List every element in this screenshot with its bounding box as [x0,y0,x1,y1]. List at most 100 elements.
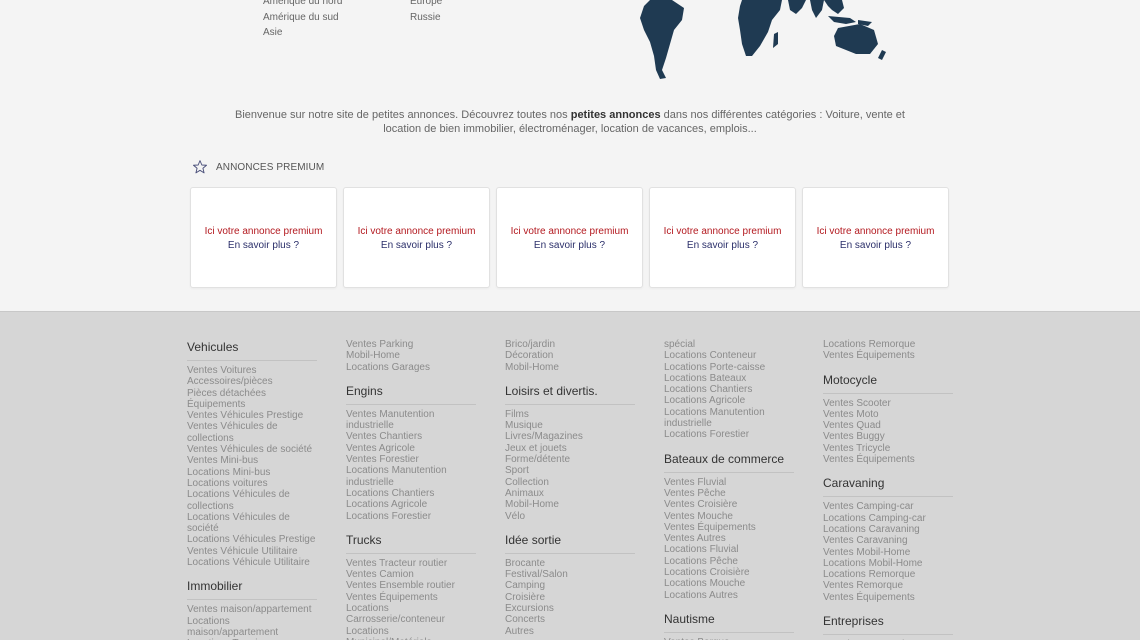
footer-category-link[interactable]: Locations Croisière [664,567,794,578]
footer-category-heading[interactable]: Engins [346,383,476,405]
footer-category-link[interactable]: Vélo [505,511,635,522]
footer-category-link[interactable]: Accessoires/pièces [187,376,317,387]
footer-category-link[interactable]: Forme/détente [505,454,635,465]
premium-learn-more-link[interactable]: En savoir plus ? [803,239,948,253]
footer-category-heading[interactable]: Trucks [346,532,476,554]
footer-category-link[interactable]: Locations Mobil-Home [823,558,953,569]
footer-category-link[interactable]: Locations Garages [346,362,476,373]
footer-category-link[interactable]: Ventes Camion [346,569,476,580]
region-link[interactable]: Russie [410,10,530,26]
region-link[interactable]: Amérique du nord [263,0,383,10]
footer-category-link[interactable]: Locations Conteneur [664,350,794,361]
footer-category-link[interactable]: Ventes Véhicules Prestige [187,410,317,421]
footer-category-link[interactable]: Locations [187,616,317,627]
footer-category-link[interactable]: Locations [346,603,476,614]
footer-category-link[interactable]: Mobil-Home [505,499,635,510]
footer-category-link[interactable]: Locations Véhicules de [187,489,317,500]
footer-category-link[interactable]: Musique [505,420,635,431]
premium-learn-more-link[interactable]: En savoir plus ? [497,239,642,253]
footer-category-link[interactable]: Mobil-Home [346,350,476,361]
footer-category-link[interactable]: Livres/Magazines [505,431,635,442]
footer-category-heading[interactable]: Loisirs et divertis. [505,383,635,405]
footer-category-link[interactable]: industrielle [346,420,476,431]
footer-category-link[interactable]: Décoration [505,350,635,361]
footer-category-link[interactable]: Collection [505,477,635,488]
footer-category-heading[interactable]: Vehicules [187,339,317,361]
footer-category-link[interactable]: Sport [505,465,635,476]
footer-category-link[interactable]: Locations Forestier [346,511,476,522]
footer-category-link[interactable]: Locations Agricole [664,395,794,406]
footer-category-link[interactable]: Locations Bateaux [664,373,794,384]
footer-category-link[interactable]: Locations Véhicules Prestige [187,534,317,545]
footer-category-heading[interactable]: Immobilier [187,578,317,601]
footer-category-link[interactable]: spécial [664,339,794,350]
footer-category-link[interactable]: Ventes Quad [823,420,953,431]
footer-category-link[interactable]: maison/appartement [187,627,317,638]
footer-category-link[interactable]: Locations Autres [664,590,794,601]
footer-category-heading[interactable]: Idée sortie [505,532,635,554]
footer-category-heading[interactable]: Motocycle [823,372,953,394]
footer-category-link[interactable]: Ventes Véhicules de société [187,444,317,455]
footer-category-link[interactable]: Ventes Parking [346,339,476,350]
footer-category-link[interactable]: Locations Porte-caisse [664,362,794,373]
footer-category-link[interactable]: Ventes Équipements [346,592,476,603]
footer-category-link[interactable]: Ventes Véhicule Utilitaire [187,546,317,557]
region-link[interactable]: Europe [410,0,530,10]
footer-category-link[interactable]: Ventes Voitures [187,365,317,376]
premium-card[interactable]: Ici votre annonce premium En savoir plus… [496,187,643,288]
footer-category-link[interactable]: Ventes Agricole [346,443,476,454]
footer-category-link[interactable]: Ventes Scooter [823,398,953,409]
footer-category-link[interactable]: Locations Pêche [664,556,794,567]
footer-category-link[interactable]: Croisière [505,592,635,603]
footer-category-link[interactable]: Locations Mouche [664,578,794,589]
footer-category-link[interactable]: Pièces détachées [187,388,317,399]
footer-category-link[interactable]: Ventes Remorque [823,580,953,591]
footer-category-link[interactable]: Autres [505,626,635,637]
footer-category-link[interactable]: Ventes Mini-bus [187,455,317,466]
footer-category-link[interactable]: Ventes Équipements [823,592,953,603]
footer-category-heading[interactable]: Caravaning [823,475,953,498]
footer-category-link[interactable]: Locations Camping-car [823,513,953,524]
footer-category-link[interactable]: Ventes Tricycle [823,443,953,454]
footer-category-link[interactable]: industrielle [664,418,794,429]
premium-card[interactable]: Ici votre annonce premium En savoir plus… [649,187,796,288]
footer-category-link[interactable]: Animaux [505,488,635,499]
footer-category-link[interactable]: Ventes Croisière [664,499,794,510]
world-map[interactable] [610,0,890,82]
footer-category-link[interactable]: Ventes Buggy [823,431,953,442]
footer-category-link[interactable]: Ventes Camping-car [823,501,953,512]
premium-learn-more-link[interactable]: En savoir plus ? [191,239,336,253]
footer-category-link[interactable]: Ventes Caravaning [823,535,953,546]
footer-category-link[interactable]: Locations Chantiers [664,384,794,395]
premium-card[interactable]: Ici votre annonce premium En savoir plus… [802,187,949,288]
region-link[interactable]: Asie [263,25,383,41]
footer-category-link[interactable]: Ventes Autres [664,533,794,544]
footer-category-link[interactable]: Jeux et jouets [505,443,635,454]
footer-category-heading[interactable]: Nautisme [664,611,794,633]
footer-category-heading[interactable]: Entreprises [823,613,953,636]
footer-category-link[interactable]: collections [187,501,317,512]
footer-category-link[interactable]: Locations voitures [187,478,317,489]
footer-category-link[interactable]: Ventes Ensemble routier [346,580,476,591]
footer-category-link[interactable]: Brico/jardin [505,339,635,350]
footer-category-link[interactable]: Ventes Forestier [346,454,476,465]
footer-category-link[interactable]: Locations Mini-bus [187,467,317,478]
footer-category-link[interactable]: Ventes Tracteur routier [346,558,476,569]
footer-category-link[interactable]: Équipements [187,399,317,410]
footer-category-link[interactable]: Ventes Mobil-Home [823,547,953,558]
footer-category-link[interactable]: Ventes Chantiers [346,431,476,442]
footer-category-link[interactable]: Ventes maison/appartement [187,604,317,615]
footer-category-link[interactable]: Locations Fluvial [664,544,794,555]
footer-category-link[interactable]: Films [505,409,635,420]
footer-category-link[interactable]: collections [187,433,317,444]
footer-category-link[interactable]: Locations Chantiers [346,488,476,499]
footer-category-link[interactable]: Carrosserie/conteneur [346,614,476,625]
footer-category-link[interactable]: Concerts [505,614,635,625]
premium-card[interactable]: Ici votre annonce premium En savoir plus… [343,187,490,288]
premium-card[interactable]: Ici votre annonce premium En savoir plus… [190,187,337,288]
footer-category-link[interactable]: Ventes Pêche [664,488,794,499]
footer-category-link[interactable]: Locations Remorque [823,569,953,580]
footer-category-link[interactable]: Brocante [505,558,635,569]
footer-category-link[interactable]: Mobil-Home [505,362,635,373]
footer-category-link[interactable]: Festival/Salon [505,569,635,580]
